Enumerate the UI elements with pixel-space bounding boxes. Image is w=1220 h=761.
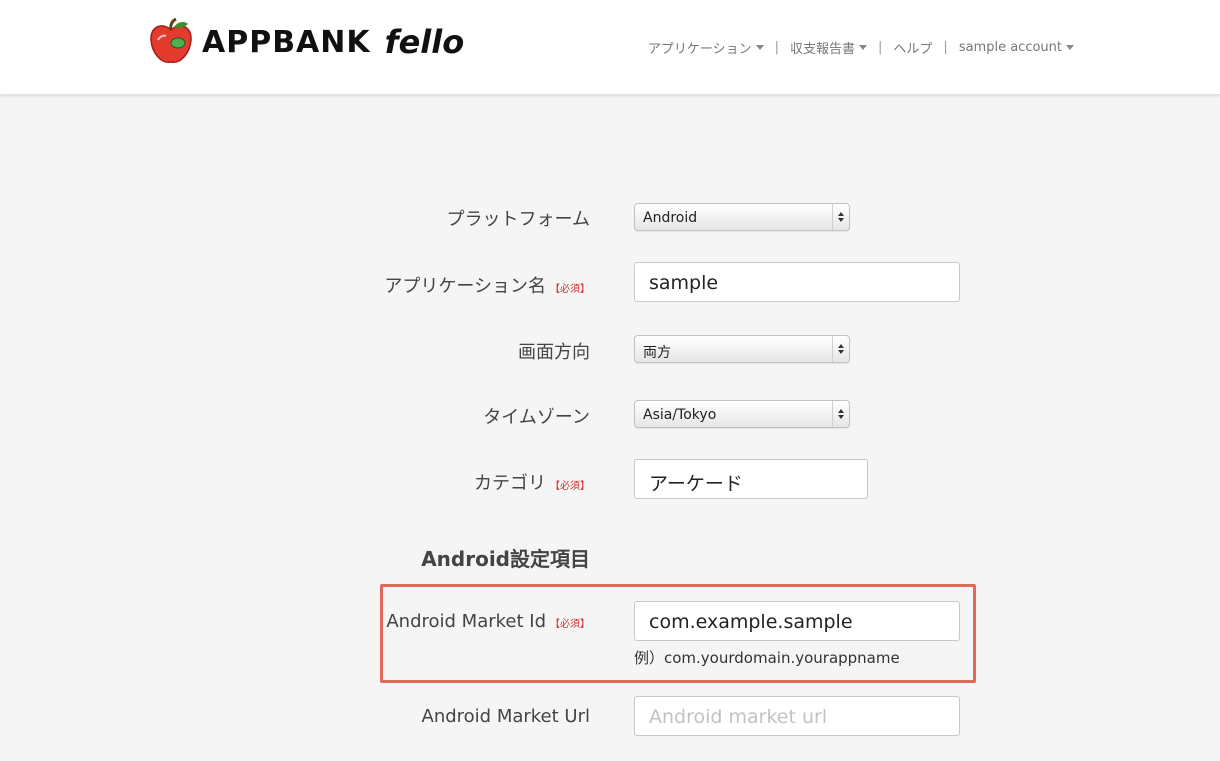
nav-separator: | (878, 40, 883, 55)
category-label: カテゴリ 【必須】 (474, 473, 590, 494)
select-arrows-icon (832, 401, 849, 427)
brand-sub: fello (384, 23, 465, 61)
nav-help-label: ヘルプ (893, 42, 933, 57)
market-id-hint: 例）com.yourdomain.yourappname (634, 649, 900, 667)
caret-down-icon (755, 45, 764, 50)
market-url-input[interactable]: Android market url (634, 696, 960, 736)
android-section-title: Android設定項目 (421, 547, 590, 571)
caret-down-icon (859, 45, 868, 50)
appbank-logo[interactable]: APPBANK fello (148, 16, 464, 68)
timezone-label: タイムゾーン (483, 407, 590, 428)
required-badge: 【必須】 (550, 481, 590, 492)
required-badge: 【必須】 (550, 284, 590, 295)
app-name-label: アプリケーション名 【必須】 (384, 276, 590, 297)
orientation-label: 画面方向 (518, 342, 590, 363)
category-input[interactable]: アーケード (634, 459, 868, 499)
timezone-select[interactable]: Asia/Tokyo (634, 400, 850, 428)
market-id-label: Android Market Id 【必須】 (386, 611, 590, 632)
nav-account-label: sample account (958, 40, 1062, 55)
nav-separator: | (943, 40, 948, 55)
caret-down-icon (1066, 45, 1074, 50)
nav-reports-label: 収支報告書 (790, 42, 856, 57)
orientation-select-value: 両方 (643, 345, 671, 361)
market-url-label: Android Market Url (421, 706, 591, 727)
timezone-select-value: Asia/Tokyo (643, 407, 717, 423)
apple-logo-icon (150, 18, 192, 63)
select-arrows-icon (832, 336, 849, 362)
brand-name: APPBANK (202, 24, 371, 60)
nav-reports[interactable]: 収支報告書 (790, 38, 868, 57)
platform-label: プラットフォーム (446, 209, 590, 230)
nav-applications-label: アプリケーション (647, 42, 752, 57)
market-id-input[interactable]: com.example.sample (634, 601, 960, 641)
nav-separator: | (774, 40, 779, 55)
orientation-select[interactable]: 両方 (634, 335, 850, 363)
nav-account[interactable]: sample account (959, 40, 1074, 55)
nav-applications[interactable]: アプリケーション (648, 38, 764, 57)
platform-select-value: Android (643, 210, 698, 226)
select-arrows-icon (832, 204, 849, 230)
site-header: APPBANK fello アプリケーション | 収支報告書 | ヘルプ | s… (0, 0, 1220, 95)
platform-select[interactable]: Android (634, 203, 850, 231)
market-url-placeholder: Android market url (649, 706, 828, 728)
required-badge: 【必須】 (550, 619, 590, 630)
nav-help[interactable]: ヘルプ (893, 38, 932, 57)
app-name-input[interactable]: sample (634, 262, 960, 302)
top-nav: アプリケーション | 収支報告書 | ヘルプ | sample account (648, 38, 1074, 57)
